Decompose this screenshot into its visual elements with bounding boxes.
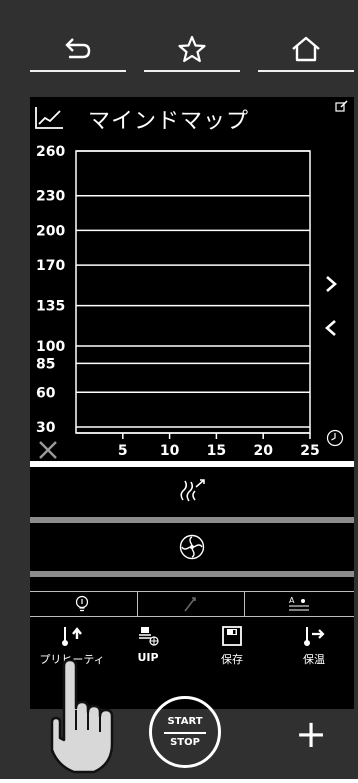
strip-divider-1 xyxy=(137,591,138,617)
back-button[interactable] xyxy=(30,22,126,76)
clock-icon[interactable] xyxy=(326,429,344,447)
bulb-icon[interactable] xyxy=(74,595,90,613)
home-underline xyxy=(258,70,354,72)
thermometer-arrow-icon xyxy=(304,627,325,646)
keep-warm-label: 保温 xyxy=(303,653,325,666)
start-stop-button[interactable]: START STOP xyxy=(149,696,221,768)
x-tick-label: 20 xyxy=(253,443,273,459)
separator-2 xyxy=(30,517,354,523)
favorite-button[interactable] xyxy=(144,22,240,76)
separator-1 xyxy=(30,461,354,467)
y-tick-label: 30 xyxy=(36,420,56,436)
svg-text:A: A xyxy=(289,596,295,605)
chevron-left-icon[interactable] xyxy=(324,319,338,337)
y-tick-label: 200 xyxy=(36,223,65,239)
hand-pointer-icon xyxy=(50,660,114,774)
strip-divider-bottom xyxy=(30,616,354,617)
mode-icon-strip: A xyxy=(30,591,354,617)
y-tick-label: 100 xyxy=(36,339,65,355)
back-arrow-icon xyxy=(65,38,91,59)
favorite-underline xyxy=(144,70,240,72)
save-icon xyxy=(222,626,242,646)
x-tick-label: 10 xyxy=(160,443,180,459)
fan-row[interactable] xyxy=(30,525,354,569)
line-chart-icon xyxy=(35,107,63,129)
uip-button[interactable]: UIP xyxy=(122,625,174,677)
strip-divider-top xyxy=(30,591,354,592)
start-stop-divider xyxy=(164,732,206,734)
device-panel: マインドマップ 260 230 200 170 135 100 85 60 30 5 10 15 20 2… xyxy=(0,0,358,779)
home-button[interactable] xyxy=(258,22,354,76)
add-button[interactable]: + xyxy=(286,712,336,756)
display-screen: マインドマップ 260 230 200 170 135 100 85 60 30 5 10 15 20 2… xyxy=(30,97,354,709)
adjust-icon[interactable]: A xyxy=(288,595,310,613)
steam-row[interactable] xyxy=(30,469,354,515)
steam-icon xyxy=(180,479,205,502)
back-underline xyxy=(30,70,126,72)
y-tick-label: 260 xyxy=(36,144,65,160)
x-tick-label: 25 xyxy=(300,443,319,459)
y-tick-label: 230 xyxy=(36,189,65,205)
strip-divider-2 xyxy=(244,591,245,617)
fan-icon xyxy=(179,534,205,560)
y-tick-label: 85 xyxy=(36,356,55,372)
header: マインドマップ xyxy=(30,97,354,137)
thermometer-up-icon xyxy=(62,627,82,646)
star-icon xyxy=(178,35,206,63)
probe-icon[interactable] xyxy=(182,595,198,613)
uip-label: UIP xyxy=(137,651,159,664)
save-button[interactable]: 保存 xyxy=(206,625,258,677)
keep-warm-button[interactable]: 保温 xyxy=(284,625,344,677)
start-label: START xyxy=(167,716,203,727)
x-tick-label: 15 xyxy=(207,443,226,459)
y-tick-label: 60 xyxy=(36,385,56,401)
page-title: マインドマップ xyxy=(88,109,250,134)
temperature-chart: 260 230 200 170 135 10085 60 30 5 10 15 20 25 xyxy=(36,144,320,459)
y-tick-label: 170 xyxy=(36,258,65,274)
uip-icon xyxy=(139,627,159,646)
chevron-right-icon[interactable] xyxy=(324,275,338,293)
home-icon xyxy=(292,36,320,62)
save-label: 保存 xyxy=(221,653,243,666)
y-tick-label: 135 xyxy=(36,299,65,315)
separator-3 xyxy=(30,571,354,577)
close-icon[interactable] xyxy=(38,440,58,460)
plot-frame xyxy=(75,150,311,434)
x-tick-label: 5 xyxy=(118,443,128,459)
edit-icon[interactable] xyxy=(335,99,349,113)
stop-label: STOP xyxy=(170,737,200,748)
